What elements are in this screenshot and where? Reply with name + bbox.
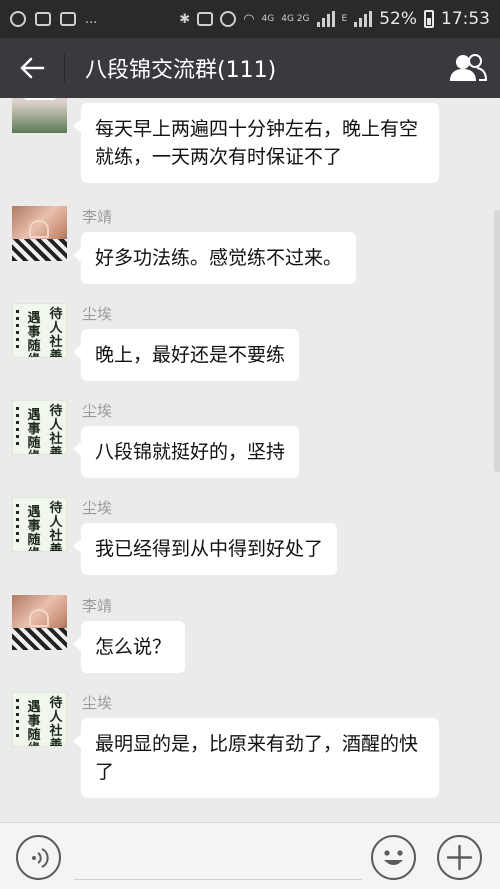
- sender-avatar[interactable]: [12, 595, 67, 650]
- calligraphy-line-1: 待人社善: [49, 696, 63, 747]
- chat-header: 八段锦交流群(111): [0, 38, 500, 98]
- scrollbar[interactable]: [494, 210, 500, 472]
- sender-name: 尘埃: [82, 402, 113, 420]
- message-bubble[interactable]: 好多功法练。感觉练不过来。: [72, 232, 357, 284]
- battery-percent: 52%: [379, 9, 417, 29]
- hands-heart-image: [29, 609, 49, 627]
- message-icon: [35, 12, 51, 26]
- message-text: 我已经得到从中得到好处了: [95, 538, 324, 560]
- chat-area[interactable]: 每天早上两遍四十分钟左右，晚上有空就练，一天两次有时保证不了 李靖 好多功法练。…: [0, 98, 500, 822]
- notification-icon: [10, 11, 26, 27]
- sender-avatar[interactable]: 待人社善 遇事随缘: [12, 692, 67, 747]
- message-text: 怎么说？: [95, 636, 172, 658]
- message-text: 每天早上两遍四十分钟左右，晚上有空就练，一天两次有时保证不了: [95, 118, 419, 168]
- calligraphy-line-2: 遇事随缘: [27, 408, 41, 455]
- calligraphy-inscription: [16, 310, 19, 350]
- message-bubble[interactable]: 八段锦就挺好的，坚持: [72, 426, 300, 478]
- header-divider: [64, 52, 65, 84]
- network-2g-label: 4G 2G: [281, 13, 310, 24]
- message-text: 八段锦就挺好的，坚持: [95, 441, 286, 463]
- message-text: 好多功法练。感觉练不过来。: [95, 247, 343, 269]
- message-bubble[interactable]: 最明显的是，比原来有劲了，酒醒的快了: [73, 718, 439, 798]
- message-bubble[interactable]: 每天早上两遍四十分钟左右，晚上有空就练，一天两次有时保证不了: [73, 103, 439, 183]
- gallery-icon: [60, 12, 76, 26]
- alarm-icon: [220, 11, 237, 27]
- signal-icon-2: [354, 11, 373, 27]
- battery-icon: [424, 10, 434, 28]
- group-info-button[interactable]: [436, 38, 500, 98]
- network-e-label: E: [341, 13, 348, 24]
- sender-avatar[interactable]: 待人社善 遇事随缘: [12, 303, 67, 358]
- calligraphy-inscription: [16, 699, 19, 739]
- sender-name: 尘埃: [82, 499, 113, 517]
- emoji-button[interactable]: [371, 835, 416, 880]
- voice-icon: [32, 848, 49, 868]
- shirt-stripes: [12, 628, 67, 650]
- sender-name: 李靖: [82, 208, 113, 226]
- more-notifications: ...: [85, 11, 98, 27]
- sender-name: 李靖: [82, 597, 113, 615]
- page-title: 八段锦交流群(111): [85, 58, 277, 83]
- signal-icon: [316, 11, 335, 27]
- message-bubble[interactable]: 晚上，最好还是不要练: [72, 329, 300, 381]
- status-left: ...: [10, 11, 97, 27]
- status-bar: ... ✱ ◠ 4G 4G 2G E 52% 17:53: [0, 0, 500, 38]
- sender-name: 尘埃: [82, 694, 113, 712]
- message-bubble[interactable]: 怎么说？: [72, 621, 186, 673]
- sender-avatar[interactable]: [12, 206, 67, 261]
- more-options-button[interactable]: [437, 835, 482, 880]
- nfc-icon: [197, 12, 214, 26]
- status-right: ✱ ◠ 4G 4G 2G E 52% 17:53: [179, 9, 490, 29]
- message-text: 晚上，最好还是不要练: [95, 344, 286, 366]
- sender-avatar[interactable]: 待人社善 遇事随缘: [12, 497, 67, 552]
- plus-icon: [446, 844, 473, 871]
- emoji-icon: [384, 850, 403, 865]
- message-bubble[interactable]: 我已经得到从中得到好处了: [72, 523, 338, 575]
- clock: 17:53: [441, 9, 490, 29]
- shirt-stripes: [12, 239, 67, 261]
- network-4g-label: 4G: [261, 13, 275, 24]
- message-text: 最明显的是，比原来有劲了，酒醒的快了: [95, 733, 419, 783]
- calligraphy-inscription: [16, 504, 19, 544]
- back-arrow-icon: [20, 57, 45, 79]
- voice-input-button[interactable]: [16, 835, 61, 880]
- sender-avatar[interactable]: 待人社善 遇事随缘: [12, 400, 67, 455]
- calligraphy-line-2: 遇事随缘: [27, 700, 41, 747]
- calligraphy-line-1: 待人社善: [49, 501, 63, 552]
- calligraphy-line-1: 待人社善: [49, 307, 63, 358]
- cake-image: [22, 98, 58, 100]
- calligraphy-line-2: 遇事随缘: [27, 505, 41, 552]
- group-members-icon: [450, 54, 488, 81]
- message-input[interactable]: [74, 835, 362, 880]
- input-bar: [0, 822, 500, 889]
- sender-avatar[interactable]: [12, 98, 67, 133]
- calligraphy-line-1: 待人社善: [49, 404, 63, 455]
- calligraphy-inscription: [16, 407, 19, 447]
- hands-heart-image: [29, 220, 49, 238]
- back-button[interactable]: [0, 38, 64, 98]
- sender-name: 尘埃: [82, 305, 113, 323]
- bluetooth-icon: ✱: [179, 11, 191, 27]
- wifi-icon: ◠: [243, 11, 255, 27]
- calligraphy-line-2: 遇事随缘: [27, 311, 41, 358]
